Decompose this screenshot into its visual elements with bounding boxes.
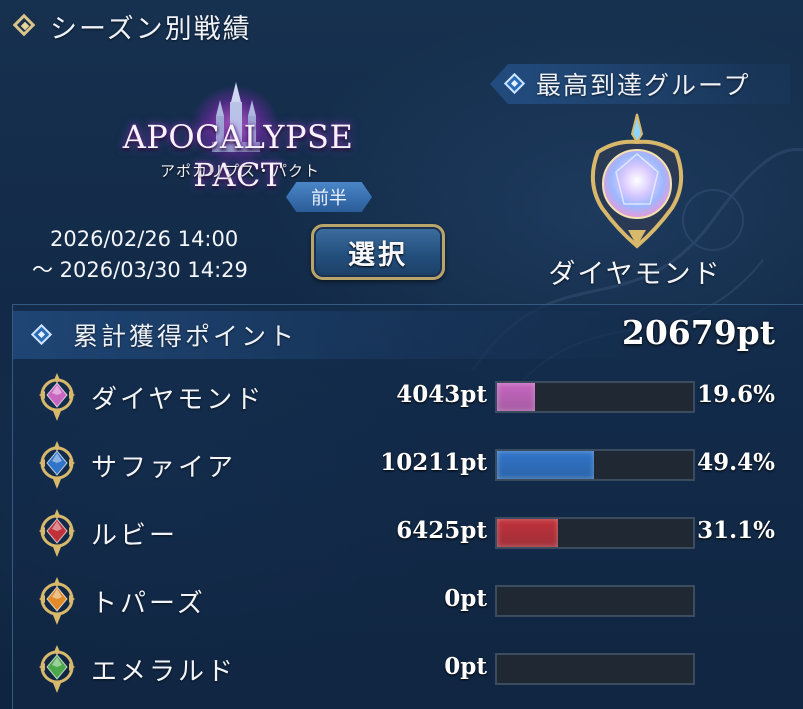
points-row: エメラルド 0pt [13, 639, 803, 699]
points-progress-bar [495, 449, 695, 481]
highest-group-name: ダイヤモンド [548, 259, 722, 290]
blue-diamond-icon [31, 324, 53, 346]
topaz-gem-icon [33, 575, 81, 627]
total-points: 20679pt [621, 313, 775, 352]
group-name: ダイヤモンド [91, 385, 265, 415]
group-percentage: 31.1% [697, 517, 775, 544]
points-row: トパーズ 0pt [13, 571, 803, 631]
highest-group-header: 最高到達グループ [490, 64, 790, 104]
highest-group-header-text: 最高到達グループ [536, 71, 751, 100]
group-name: エメラルド [91, 657, 237, 687]
season-period: 2026/02/26 14:00 ～ 2026/03/30 14:29 [32, 224, 302, 286]
group-name: ルビー [91, 521, 179, 551]
group-name: サファイア [91, 453, 237, 483]
sapphire-gem-icon [33, 439, 81, 491]
group-points: 4043pt [396, 381, 487, 408]
points-progress-bar [495, 585, 695, 617]
points-panel-title: 累計獲得ポイント [73, 322, 298, 351]
season-end-date: ～ 2026/03/30 14:29 [32, 258, 248, 282]
select-season-button[interactable]: 選択 [311, 224, 445, 280]
group-name: トパーズ [91, 589, 206, 619]
points-progress-bar [495, 517, 695, 549]
points-row: サファイア 10211pt 49.4% [13, 435, 803, 495]
logo-subtitle: アポカリプス・パクト [159, 162, 320, 180]
gold-diamond-icon [12, 13, 38, 39]
points-progress-fill [497, 519, 558, 547]
points-row: ルビー 6425pt 31.1% [13, 503, 803, 563]
ruby-gem-icon [33, 507, 81, 559]
diamond-gem-icon [33, 371, 81, 423]
group-points: 0pt [444, 585, 487, 612]
emerald-gem-icon [33, 643, 81, 695]
diamond-gem-emblem-icon [590, 113, 684, 249]
points-progress-bar [495, 653, 695, 685]
group-points: 10211pt [380, 449, 487, 476]
points-progress-fill [497, 451, 594, 479]
season-start-date: 2026/02/26 14:00 [50, 227, 239, 251]
section-title: シーズン別戦績 [12, 6, 252, 46]
section-title-text: シーズン別戦績 [50, 13, 252, 45]
group-points: 0pt [444, 653, 487, 680]
blue-diamond-icon [504, 73, 526, 95]
group-percentage: 19.6% [697, 381, 775, 408]
points-progress-bar [495, 381, 695, 413]
points-panel: 累計獲得ポイント 20679pt ダイヤモンド 4043pt 19.6% サファ… [12, 304, 803, 709]
points-row: ダイヤモンド 4043pt 19.6% [13, 367, 803, 427]
season-half-badge: 前半 [286, 182, 372, 212]
points-progress-fill [497, 383, 536, 411]
group-percentage: 49.4% [697, 449, 775, 476]
group-points: 6425pt [396, 517, 487, 544]
